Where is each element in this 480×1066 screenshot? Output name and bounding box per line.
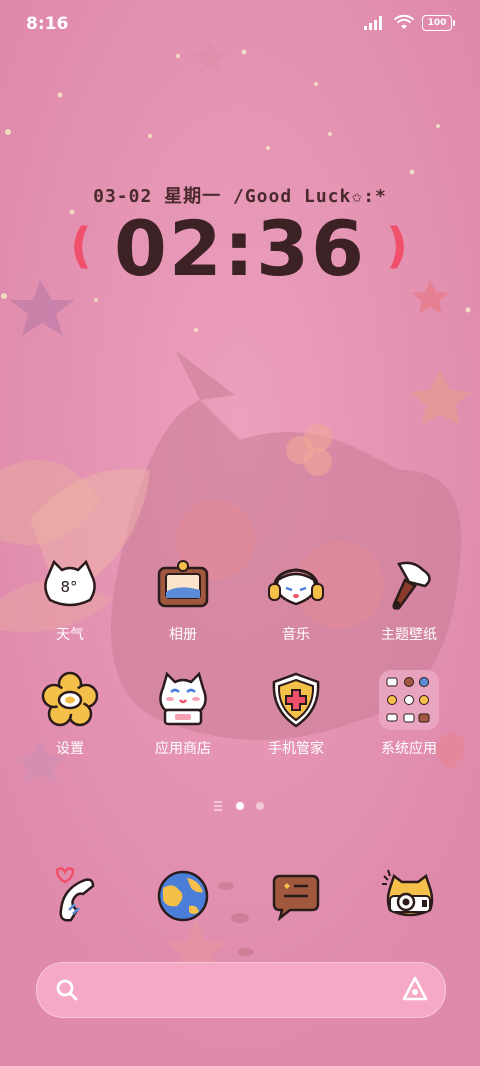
weather-temp: 8° [60, 578, 77, 596]
search-bar[interactable] [36, 962, 446, 1018]
status-icons: 100 [364, 15, 455, 31]
app-gallery[interactable]: 相册 [133, 556, 233, 644]
camera-cat-icon [382, 869, 434, 917]
app-security[interactable]: 手机管家 [246, 670, 346, 758]
system-apps-folder-icon [379, 670, 439, 730]
app-label: 相册 [169, 627, 197, 643]
message-bubble-icon [272, 874, 320, 922]
app-label: 应用商店 [155, 741, 211, 757]
app-label: 手机管家 [268, 741, 324, 757]
app-weather[interactable]: 8° 天气 [20, 556, 120, 644]
browser-planet-icon [157, 870, 209, 922]
assistant-icon[interactable] [401, 975, 429, 1003]
gallery-frame-icon [157, 560, 209, 608]
phone-handset-icon [55, 867, 95, 922]
clock-widget-time: 02:36 [114, 204, 366, 293]
battery-icon: 100 [422, 15, 455, 31]
list-view-icon [214, 801, 222, 811]
app-music[interactable]: 音乐 [246, 556, 346, 644]
app-label: 天气 [56, 627, 84, 643]
app-store[interactable]: 应用商店 [133, 670, 233, 758]
app-settings[interactable]: 设置 [20, 670, 120, 758]
app-label: 音乐 [282, 627, 310, 643]
status-bar: 8:16 100 [0, 0, 480, 50]
settings-flower-icon [41, 671, 99, 727]
app-folder-system[interactable]: 系统应用 [359, 670, 459, 758]
clock-widget[interactable]: ( 02:36 ) [0, 204, 480, 293]
music-cat-headphones-icon [268, 568, 324, 606]
page-dot [256, 802, 264, 810]
page-dot-active [236, 802, 244, 810]
app-label: 主题壁纸 [381, 627, 437, 643]
app-label: 设置 [56, 741, 84, 757]
dock-browser[interactable] [153, 866, 213, 926]
theme-paintbrush-icon [392, 561, 431, 610]
security-shield-icon [272, 672, 320, 728]
app-label: 系统应用 [381, 741, 437, 757]
dock-phone[interactable] [43, 866, 103, 926]
status-time: 8:16 [26, 14, 69, 34]
signal-icon [364, 16, 382, 30]
weather-cat-icon: 8° [44, 559, 96, 607]
dock-messages[interactable] [266, 866, 326, 926]
page-indicator[interactable] [0, 797, 480, 811]
dock-camera[interactable] [380, 866, 440, 926]
wifi-icon [394, 15, 414, 29]
app-store-cat-icon [159, 671, 207, 726]
app-theme[interactable]: 主题壁纸 [359, 556, 459, 644]
clock-paren-right: ) [386, 218, 408, 274]
search-icon[interactable] [55, 978, 79, 1002]
